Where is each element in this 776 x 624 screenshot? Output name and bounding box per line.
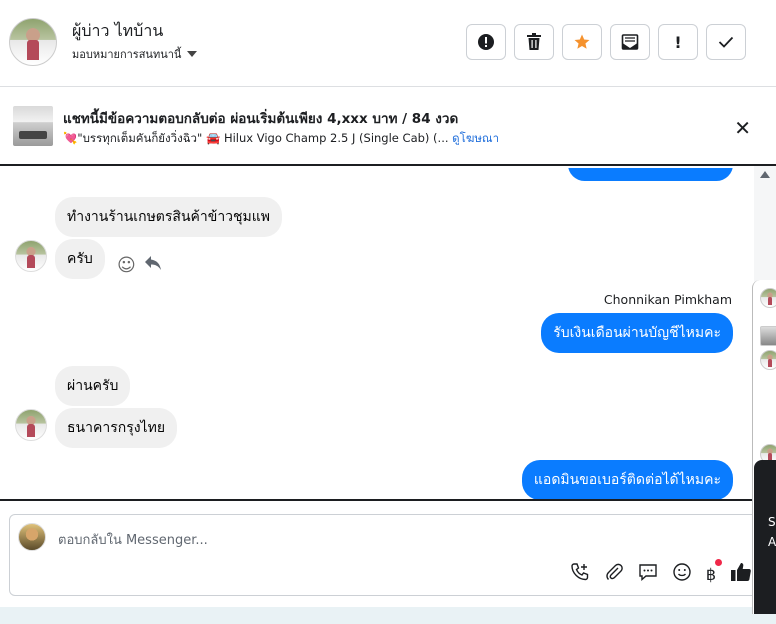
delete-button[interactable]	[514, 24, 554, 60]
message-thread[interactable]: ทำงานร้านเกษตรสินค้าข้าวชุมแพ ครับ ☺ Cho…	[0, 168, 754, 499]
ad-title: แชทนี้มีข้อความตอบกลับต่อ ผ่อนเริ่มต้นเพ…	[63, 111, 459, 127]
assign-label: มอบหมายการสนทนานี้	[72, 48, 182, 61]
exclamation-icon: !	[674, 32, 682, 52]
star-button[interactable]	[562, 24, 602, 60]
trash-icon	[527, 33, 541, 50]
close-icon[interactable]: ✕	[734, 116, 751, 140]
payment-baht-icon[interactable]: ฿	[706, 559, 722, 584]
mark-done-button[interactable]	[706, 24, 746, 60]
message-bubble-incoming: ทำงานร้านเกษตรสินค้าข้าวชุมแพ	[55, 197, 283, 237]
side-letter: S	[768, 515, 776, 529]
conversation-toolbar: !	[466, 24, 746, 60]
view-ad-link[interactable]: ดูโฆษณา	[452, 131, 499, 145]
scroll-up-arrow-icon[interactable]	[760, 171, 770, 178]
attachment-icon[interactable]	[604, 562, 624, 587]
page-avatar	[18, 523, 46, 551]
message-bubble-outgoing: แอดมินขอเบอร์ติดต่อได้ไหมคะ	[521, 460, 733, 499]
emoji-icon[interactable]	[672, 562, 692, 587]
ad-subtitle: 💘"บรรทุกเต็มคันก็ยังวิ่งฉิว" 🚘 Hilux Vig…	[63, 130, 499, 148]
side-panel-text: S A	[768, 512, 776, 552]
customer-avatar[interactable]	[9, 18, 57, 66]
list-avatar[interactable]	[760, 288, 776, 308]
message-bubble-incoming: ธนาคารกรุงไทย	[55, 408, 178, 448]
message-actions: ☺	[117, 255, 162, 276]
mail-icon	[621, 34, 639, 50]
reply-icon[interactable]	[144, 255, 162, 276]
reply-input[interactable]: ตอบกลับใน Messenger...	[58, 529, 208, 550]
composer-tools: ฿	[570, 559, 752, 588]
smile-react-icon[interactable]: ☺	[117, 255, 136, 276]
like-thumb-icon[interactable]	[730, 561, 752, 588]
ad-thumbnail[interactable]	[13, 106, 53, 146]
list-avatar[interactable]	[760, 326, 776, 346]
alert-circle-icon	[478, 34, 494, 50]
side-letter: A	[768, 535, 776, 549]
composer-area: ตอบกลับใน Messenger... ฿	[0, 499, 776, 607]
spam-button[interactable]	[466, 24, 506, 60]
message-bubble-incoming: ครับ	[55, 239, 105, 279]
conversation-header: ผู้บ่าว ไทบ้าน มอบหมายการสนทนานี้ !	[0, 0, 776, 87]
inbox-conversation: ผู้บ่าว ไทบ้าน มอบหมายการสนทนานี้ ! แชทน…	[0, 0, 776, 624]
add-call-icon[interactable]	[570, 562, 590, 587]
ad-description: 💘"บรรทุกเต็มคันก็ยังวิ่งฉิว" 🚘 Hilux Vig…	[63, 131, 453, 145]
saved-replies-icon[interactable]	[638, 562, 658, 587]
check-icon	[718, 36, 734, 48]
ad-context-banner: แชทนี้มีข้อความตอบกลับต่อ ผ่อนเริ่มต้นเพ…	[0, 88, 776, 166]
customer-avatar-small	[15, 240, 47, 272]
list-avatar[interactable]	[760, 350, 776, 370]
star-icon	[574, 34, 590, 49]
reply-composer[interactable]: ตอบกลับใน Messenger... ฿	[9, 514, 759, 596]
customer-name[interactable]: ผู้บ่าว ไทบ้าน	[72, 19, 163, 44]
chevron-down-icon	[187, 51, 198, 57]
notification-dot	[715, 559, 722, 566]
message-bubble-outgoing: รับเงินเดือนผ่านบัญชีไหมคะ	[541, 313, 733, 353]
assign-conversation-dropdown[interactable]: มอบหมายการสนทนานี้	[72, 45, 198, 63]
side-dark-panel[interactable]: S A	[754, 460, 776, 614]
customer-avatar-small	[15, 409, 47, 441]
footer-strip	[0, 607, 776, 624]
message-bubble-incoming: ผ่านครับ	[55, 366, 131, 406]
message-bubble-outgoing-partial	[568, 168, 733, 181]
mark-unread-button[interactable]	[610, 24, 650, 60]
sender-name: Chonnikan Pimkham	[603, 292, 732, 307]
follow-up-button[interactable]: !	[658, 24, 698, 60]
